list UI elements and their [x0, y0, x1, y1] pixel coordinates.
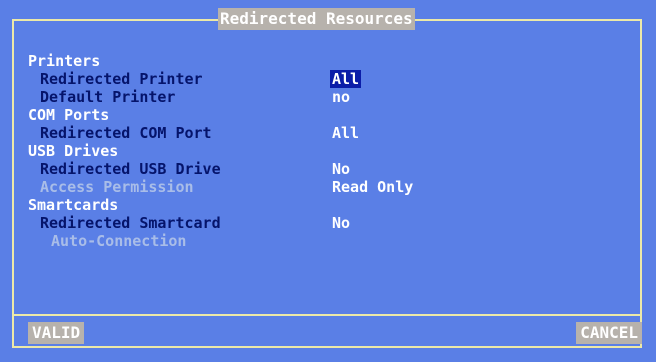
redirected-com-port-label: Redirected COM Port	[40, 124, 212, 142]
redirected-com-port-value[interactable]: All	[332, 124, 359, 142]
valid-button[interactable]: VALID	[28, 322, 85, 344]
redirected-smartcard-row[interactable]: Redirected Smartcard No	[28, 214, 628, 232]
com-ports-section: COM Ports	[28, 106, 628, 124]
printers-section: Printers	[28, 52, 628, 70]
redirected-printer-value[interactable]: All	[330, 70, 362, 88]
redirected-printer-label: Redirected Printer	[40, 70, 203, 88]
usb-drives-section: USB Drives	[28, 142, 628, 160]
com-ports-header: COM Ports	[28, 106, 110, 124]
redirected-printer-row[interactable]: Redirected Printer All	[28, 70, 628, 88]
auto-connection-row: Auto-Connection	[28, 232, 628, 250]
redirected-smartcard-label: Redirected Smartcard	[40, 214, 221, 232]
default-printer-value[interactable]: no	[332, 88, 350, 106]
printers-header: Printers	[28, 52, 101, 70]
smartcards-header: Smartcards	[28, 196, 119, 214]
redirected-usb-drive-label: Redirected USB Drive	[40, 160, 221, 178]
redirected-com-port-row[interactable]: Redirected COM Port All	[28, 124, 628, 142]
smartcards-section: Smartcards	[28, 196, 628, 214]
access-permission-label: Access Permission	[40, 178, 194, 196]
access-permission-value: Read Only	[332, 178, 414, 196]
redirected-smartcard-value[interactable]: No	[332, 214, 350, 232]
default-printer-label: Default Printer	[40, 88, 176, 106]
button-separator	[12, 314, 642, 316]
redirected-resources-screen: Redirected Resources Printers Redirected…	[0, 0, 656, 362]
redirected-usb-drive-row[interactable]: Redirected USB Drive No	[28, 160, 628, 178]
redirected-usb-drive-value[interactable]: No	[332, 160, 350, 178]
cancel-button[interactable]: CANCEL	[576, 322, 642, 344]
auto-connection-label: Auto-Connection	[51, 232, 187, 250]
default-printer-row[interactable]: Default Printer no	[28, 88, 628, 106]
usb-drives-header: USB Drives	[28, 142, 119, 160]
settings-list: Printers Redirected Printer All Default …	[28, 52, 628, 250]
dialog-title: Redirected Resources	[218, 8, 415, 30]
access-permission-row: Access Permission Read Only	[28, 178, 628, 196]
